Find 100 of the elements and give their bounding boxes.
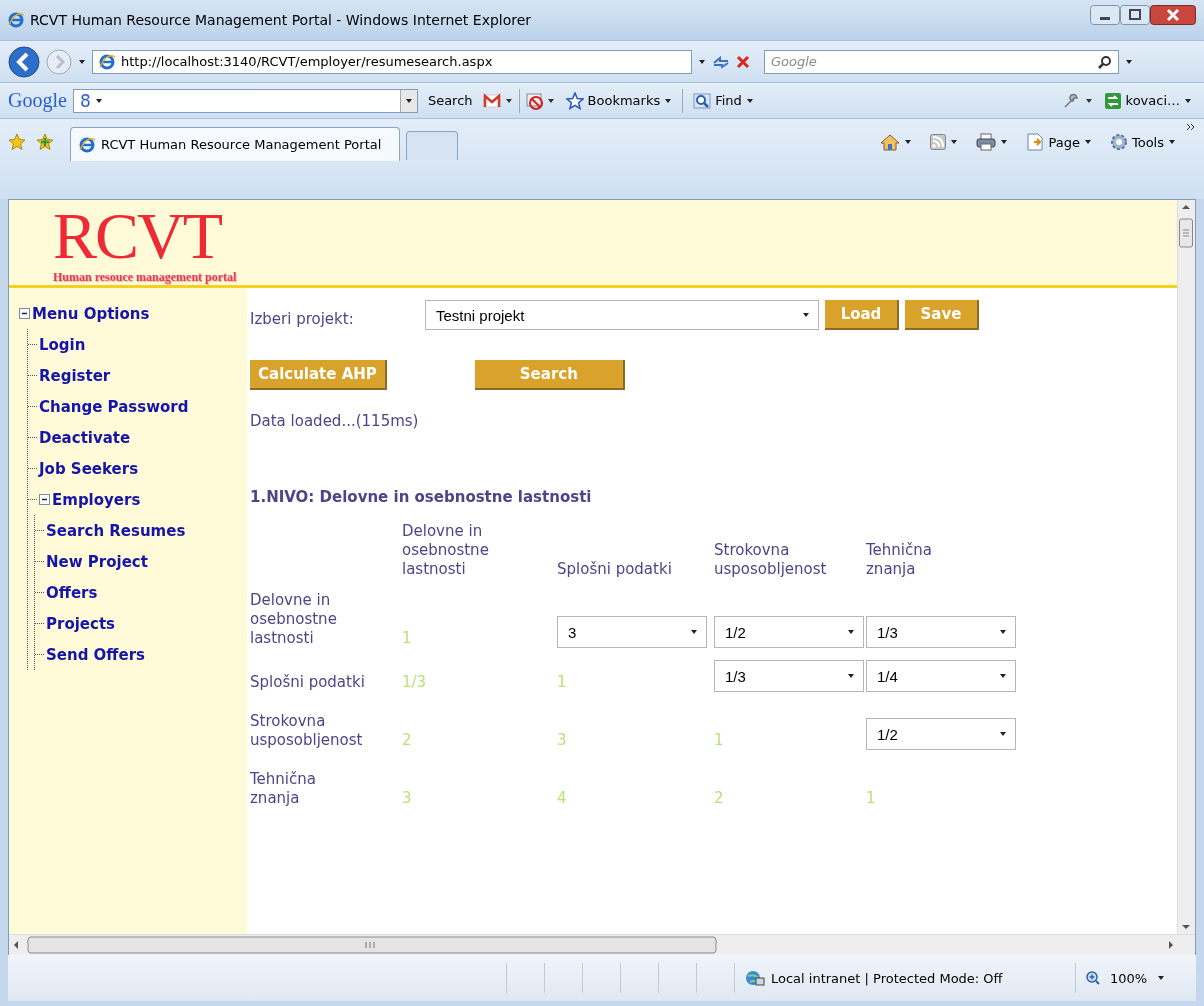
- ratio-dropdown[interactable]: 1/3: [714, 660, 864, 692]
- mail-icon[interactable]: [482, 92, 513, 109]
- feed-icon[interactable]: [930, 134, 947, 150]
- caret-icon: [802, 312, 810, 318]
- caret-icon: [1184, 97, 1192, 104]
- menu-link[interactable]: Change Password: [39, 397, 189, 416]
- menu-link[interactable]: Send Offers: [46, 645, 146, 664]
- toolbar-search-field[interactable]: 8: [72, 88, 418, 113]
- menu-link[interactable]: Employers: [52, 490, 141, 509]
- horizontal-scrollbar[interactable]: [9, 934, 1195, 955]
- star-icon: [565, 91, 584, 110]
- globe-icon: [745, 969, 765, 987]
- caret-icon: [1000, 139, 1009, 145]
- caret-icon: [1083, 139, 1092, 145]
- find-button[interactable]: Find: [689, 90, 758, 111]
- tools-menu[interactable]: Tools: [1105, 131, 1180, 153]
- status-message: Data loaded...(115ms): [250, 412, 420, 430]
- row-label: Tehnična znanja: [250, 770, 317, 808]
- security-zone: Local intranet | Protected Mode: Off: [771, 970, 1003, 986]
- row-label: Strokovna usposobljenost: [250, 712, 364, 750]
- menu-link[interactable]: Search Resumes: [46, 521, 186, 540]
- refresh-icon[interactable]: [712, 53, 730, 70]
- caret-icon: [1168, 139, 1176, 145]
- column-header: Strokovna usposobljenost: [714, 541, 828, 579]
- menu-link[interactable]: New Project: [46, 552, 148, 571]
- scroll-thumb[interactable]: [1178, 218, 1194, 248]
- popup-blocker-icon[interactable]: [525, 91, 556, 110]
- ratio-dropdown[interactable]: 1/2: [866, 718, 1016, 750]
- window-title: RCVT Human Resource Management Portal - Windows Internet Explorer: [30, 12, 533, 28]
- back-button[interactable]: [8, 45, 40, 78]
- vertical-scrollbar[interactable]: [1177, 200, 1195, 934]
- row-label: Splošni podatki: [250, 673, 365, 692]
- page-menu[interactable]: Page: [1022, 131, 1096, 153]
- menu-link[interactable]: Offers: [46, 583, 98, 602]
- chevron-icon[interactable]: [1186, 123, 1196, 133]
- printer-icon[interactable]: [976, 133, 997, 151]
- table-cell-text: 1/3: [402, 673, 428, 692]
- caret-icon: [745, 97, 754, 104]
- table-cell-text: 3: [557, 731, 568, 750]
- scroll-thumb[interactable]: [27, 936, 717, 954]
- caret-icon: [847, 673, 855, 679]
- menu-link[interactable]: Menu Options: [32, 304, 150, 323]
- tagline: Human resouce management portal: [53, 270, 237, 285]
- maximize-button[interactable]: [1120, 5, 1150, 25]
- menu-link[interactable]: Job Seekers: [39, 459, 139, 478]
- add-favorite-icon[interactable]: [36, 133, 54, 151]
- magnifier-icon: [693, 92, 712, 109]
- caret-icon: [1157, 975, 1166, 981]
- ratio-dropdown[interactable]: 1/3: [866, 616, 1016, 648]
- table-cell-text: 1: [866, 789, 877, 808]
- collapse-icon[interactable]: [19, 308, 30, 319]
- menu-link[interactable]: Register: [39, 366, 111, 385]
- caret-icon: [404, 97, 413, 104]
- menu-link[interactable]: Deactivate: [39, 428, 131, 447]
- menu-link[interactable]: Projects: [46, 614, 115, 633]
- column-header: Tehnična znanja: [866, 541, 933, 579]
- row-label: Delovne in osebnostne lastnosti: [250, 591, 338, 648]
- table-cell-text: 1: [714, 731, 725, 750]
- caret-icon: [94, 97, 103, 104]
- home-icon[interactable]: [880, 133, 901, 151]
- account-button[interactable]: kovaci…: [1099, 89, 1196, 112]
- table-cell-text: 4: [557, 789, 568, 808]
- search-button[interactable]: Search: [423, 91, 477, 110]
- caret-icon: [999, 673, 1007, 679]
- favorites-star-icon[interactable]: [8, 133, 26, 151]
- search-field[interactable]: Google: [764, 49, 1119, 74]
- collapse-icon[interactable]: [39, 494, 50, 505]
- address-field[interactable]: http://localhost:3140/RCVT/employer/resumesearch.aspx: [92, 49, 692, 74]
- search-icon: [1098, 54, 1112, 69]
- menu-link[interactable]: Login: [39, 335, 86, 354]
- ratio-dropdown[interactable]: 3: [557, 616, 707, 648]
- browser-tab[interactable]: RCVT Human Resource Management Portal: [70, 127, 400, 161]
- bookmarks-button[interactable]: Bookmarks: [561, 89, 677, 112]
- caret-icon: [999, 629, 1007, 635]
- caret-icon: [78, 58, 86, 65]
- zoom-icon: [1086, 971, 1100, 985]
- close-button[interactable]: [1150, 5, 1196, 25]
- table-cell-text: 2: [402, 731, 413, 750]
- caret-icon: [1125, 58, 1133, 65]
- browser-icon: [79, 136, 95, 153]
- browser-icon: [8, 12, 24, 28]
- google-logo: Google: [8, 89, 67, 112]
- caret-icon: [904, 139, 913, 145]
- ratio-dropdown[interactable]: 1/2: [714, 616, 864, 648]
- minimize-button[interactable]: [1090, 5, 1120, 25]
- table-cell-text: 2: [714, 789, 725, 808]
- column-header: Delovne in osebnostne lastnosti: [402, 522, 490, 579]
- table-cell-text: 3: [402, 789, 413, 808]
- table-cell-text: 1: [402, 629, 413, 648]
- caret-icon: [847, 629, 855, 635]
- caret-icon: [999, 731, 1007, 737]
- caret-icon: [950, 139, 959, 145]
- table-cell-text: 1: [557, 673, 568, 692]
- stop-icon[interactable]: [736, 54, 750, 69]
- section-title: 1.NIVO: Delovne in osebnostne lastnosti: [250, 488, 593, 506]
- page-icon: [1026, 133, 1045, 151]
- project-dropdown[interactable]: Testni projekt: [425, 300, 819, 330]
- ratio-dropdown[interactable]: 1/4: [866, 660, 1016, 692]
- zoom-button[interactable]: 100%: [1075, 963, 1196, 993]
- field-label: Izberi projekt:: [250, 310, 355, 328]
